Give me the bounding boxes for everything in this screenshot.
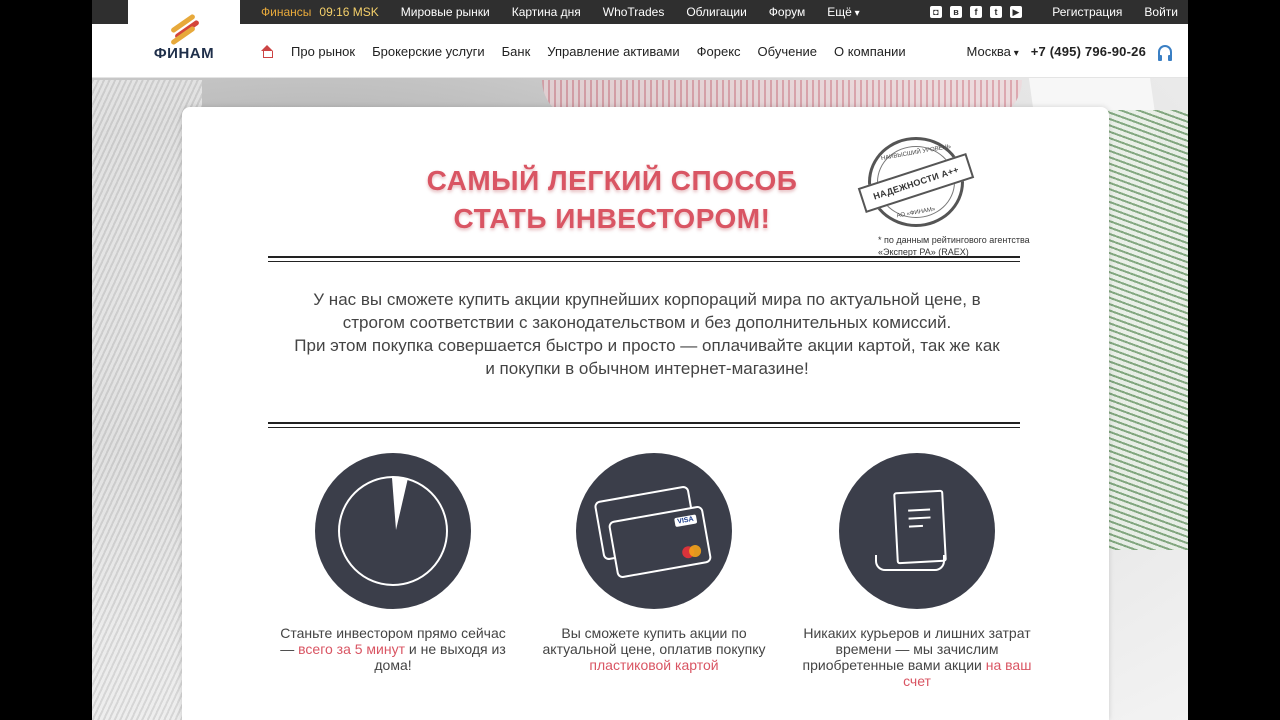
mastercard-icon — [681, 544, 703, 559]
top-nav-world-markets[interactable]: Мировые рынки — [401, 5, 490, 19]
top-nav-bonds[interactable]: Облигации — [686, 5, 746, 19]
top-nav: Финансы 09:16 MSK Мировые рынки Картина … — [261, 0, 860, 24]
home-icon[interactable] — [260, 44, 274, 58]
intro-paragraph-1: У нас вы сможете купить акции крупнейших… — [313, 290, 981, 332]
vk-icon[interactable]: в — [950, 6, 962, 18]
stamp-footnote: * по данным рейтингового агентства «Эксп… — [878, 235, 1030, 257]
instagram-icon[interactable]: ◘ — [930, 6, 942, 18]
background-banknote-right — [1098, 110, 1188, 550]
market-time: 09:16 MSK — [319, 5, 379, 19]
top-nav-finance[interactable]: Финансы — [261, 5, 311, 19]
reliability-stamp: НАИВЫСШИЙ УРОВЕНЬ НАДЕЖНОСТИ А++ АО «ФИН… — [857, 137, 975, 227]
nav-item-forex[interactable]: Форекс — [697, 44, 741, 59]
nav-item-bank[interactable]: Банк — [502, 44, 531, 59]
nav-item-market[interactable]: Про рынок — [291, 44, 355, 59]
feature-speed: Станьте инвестором прямо сейчас — всего … — [278, 453, 508, 673]
nav-items: Про рынок Брокерские услуги Банк Управле… — [260, 24, 906, 78]
credit-card-icon: VISA — [576, 453, 732, 609]
feature-account-text: Никаких курьеров и лишних затрат времени… — [802, 625, 1032, 689]
feature-card-pre: Вы сможете купить акции по актуальной це… — [542, 625, 766, 657]
clock-ring — [338, 476, 448, 586]
feature-account: Никаких курьеров и лишних затрат времени… — [802, 453, 1032, 689]
hero-headline: САМЫЙ ЛЕГКИЙ СПОСОБ СТАТЬ ИНВЕСТОРОМ! — [362, 162, 862, 238]
main-nav: ФИНАМ Про рынок Брокерские услуги Банк У… — [92, 13, 1188, 78]
top-nav-more[interactable]: Ещё — [827, 5, 859, 19]
feature-speed-highlight: всего за 5 минут — [298, 641, 406, 657]
divider-bottom — [268, 422, 1020, 428]
finam-logo[interactable]: ФИНАМ — [128, 0, 240, 78]
hero-line-2: СТАТЬ ИНВЕСТОРОМ! — [453, 203, 771, 234]
nav-item-brokerage[interactable]: Брокерские услуги — [372, 44, 485, 59]
receipt-icon — [839, 453, 995, 609]
top-nav-whotrades[interactable]: WhoTrades — [603, 5, 665, 19]
feature-card-payment: VISA Вы сможете купить акции по актуальн… — [539, 453, 769, 673]
phone-number[interactable]: +7 (495) 796-90-26 — [1031, 44, 1146, 59]
finam-logo-icon — [167, 13, 201, 46]
feature-card-highlight: пластиковой картой — [589, 657, 719, 673]
divider-top — [268, 256, 1020, 262]
feature-speed-text: Станьте инвестором прямо сейчас — всего … — [278, 625, 508, 673]
clock-wedge — [392, 478, 408, 530]
top-nav-day-picture[interactable]: Картина дня — [512, 5, 581, 19]
auth-links: Регистрация Войти — [1052, 0, 1178, 24]
hero-line-1: САМЫЙ ЛЕГКИЙ СПОСОБ — [426, 165, 798, 196]
top-bar: Финансы 09:16 MSK Мировые рынки Картина … — [92, 0, 1188, 24]
city-selector[interactable]: Москва — [967, 44, 1019, 59]
youtube-icon[interactable]: ▶ — [1010, 6, 1022, 18]
intro-text: У нас вы сможете купить акции крупнейших… — [292, 288, 1002, 380]
feature-card-text: Вы сможете купить акции по актуальной це… — [539, 625, 769, 673]
receipt-curl — [875, 555, 945, 571]
facebook-icon[interactable]: f — [970, 6, 982, 18]
login-link[interactable]: Войти — [1144, 5, 1178, 19]
finam-logo-text: ФИНАМ — [153, 45, 215, 62]
headset-icon[interactable] — [1158, 45, 1172, 61]
browser-page: Финансы 09:16 MSK Мировые рынки Картина … — [92, 0, 1188, 720]
stopwatch-icon — [315, 453, 471, 609]
register-link[interactable]: Регистрация — [1052, 5, 1122, 19]
nav-right: Москва +7 (495) 796-90-26 — [967, 24, 1172, 78]
visa-logo: VISA — [673, 514, 698, 528]
receipt-outline — [893, 489, 947, 565]
intro-paragraph-2: При этом покупка совершается быстро и пр… — [294, 336, 1000, 378]
promo-card: САМЫЙ ЛЕГКИЙ СПОСОБ СТАТЬ ИНВЕСТОРОМ! НА… — [182, 107, 1109, 720]
social-links: ◘ в f t ▶ — [930, 0, 1022, 24]
nav-item-asset-management[interactable]: Управление активами — [547, 44, 679, 59]
top-nav-forum[interactable]: Форум — [769, 5, 805, 19]
nav-item-education[interactable]: Обучение — [758, 44, 817, 59]
twitter-icon[interactable]: t — [990, 6, 1002, 18]
nav-item-about[interactable]: О компании — [834, 44, 906, 59]
